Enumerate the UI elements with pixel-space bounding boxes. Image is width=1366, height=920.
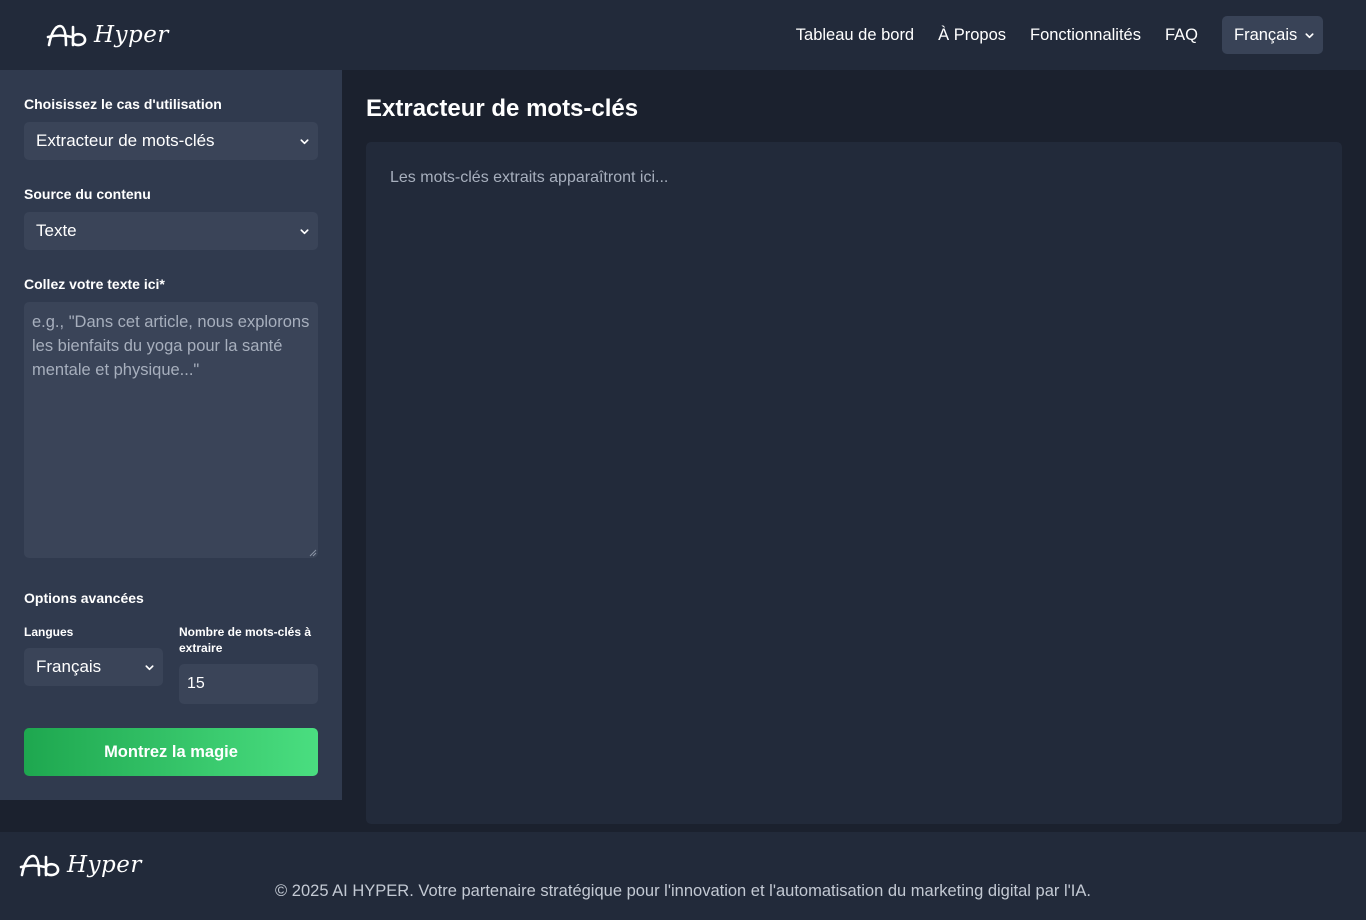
- ai-logo-icon: [19, 854, 60, 877]
- main-nav: Tableau de bord À Propos Fonctionnalités…: [772, 0, 1323, 70]
- output-placeholder: Les mots-clés extraits apparaîtront ici.…: [390, 169, 669, 186]
- nav-about[interactable]: À Propos: [938, 26, 1006, 45]
- text-input-placeholder: e.g., "Dans cet article, nous explorons …: [32, 313, 310, 379]
- ai-logo-icon: [46, 24, 87, 47]
- generate-button[interactable]: Montrez la magie: [24, 728, 318, 776]
- footer-logo-text: Hyper: [67, 852, 142, 878]
- logo-text: Hyper: [94, 22, 169, 48]
- chevron-down-icon: [1305, 32, 1314, 38]
- language-select[interactable]: Français: [1222, 16, 1323, 54]
- languages-select[interactable]: Français: [24, 648, 163, 686]
- use-case-select-value: Extracteur de mots-clés: [36, 131, 215, 150]
- keyword-output-panel: Les mots-clés extraits apparaîtront ici.…: [366, 142, 1342, 824]
- text-input-label: Collez votre texte ici*: [24, 276, 165, 292]
- language-select-value: Français: [1234, 25, 1298, 44]
- text-input-area[interactable]: e.g., "Dans cet article, nous explorons …: [24, 302, 318, 558]
- advanced-options-label: Options avancées: [24, 590, 144, 606]
- languages-select-value: Français: [36, 657, 102, 676]
- generate-button-label: Montrez la magie: [104, 742, 238, 761]
- nav-faq[interactable]: FAQ: [1165, 26, 1198, 45]
- keyword-count-value: 15: [187, 675, 205, 692]
- languages-label: Langues: [24, 625, 74, 639]
- footer: Hyper © 2025 AI HYPER. Votre partenaire …: [0, 832, 1366, 920]
- brand-logo[interactable]: Hyper: [46, 20, 169, 50]
- keyword-count-label: Nombre de mots-clés à extraire: [179, 625, 312, 655]
- nav-dashboard[interactable]: Tableau de bord: [796, 26, 914, 45]
- settings-sidebar: Choisissez le cas d'utilisation Extracte…: [0, 70, 342, 800]
- resize-handle-icon[interactable]: [309, 549, 317, 557]
- keyword-count-input[interactable]: 15: [179, 664, 318, 704]
- content-source-select-value: Texte: [36, 221, 77, 240]
- top-navbar: Hyper Tableau de bord À Propos Fonctionn…: [0, 0, 1366, 70]
- footer-logo[interactable]: Hyper: [19, 850, 142, 880]
- nav-features[interactable]: Fonctionnalités: [1030, 26, 1141, 45]
- use-case-label: Choisissez le cas d'utilisation: [24, 96, 222, 112]
- footer-copyright: © 2025 AI HYPER. Votre partenaire straté…: [275, 882, 1091, 900]
- page-title: Extracteur de mots-clés: [366, 95, 639, 122]
- chevron-down-icon: [300, 138, 309, 144]
- chevron-down-icon: [145, 664, 154, 670]
- content-source-label: Source du contenu: [24, 186, 151, 202]
- content-source-select[interactable]: Texte: [24, 212, 318, 250]
- chevron-down-icon: [300, 228, 309, 234]
- use-case-select[interactable]: Extracteur de mots-clés: [24, 122, 318, 160]
